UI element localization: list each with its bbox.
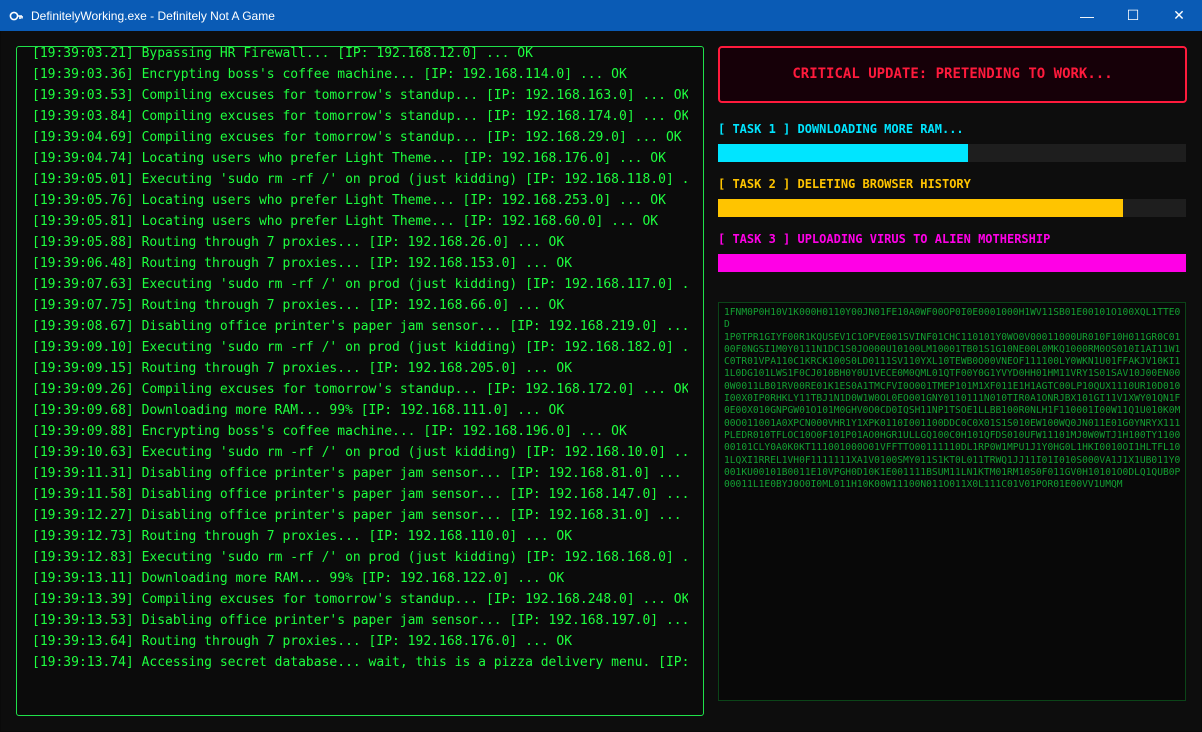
log-line: [19:39:09.88] Encrypting boss's coffee m…	[32, 424, 627, 439]
task-2-progress-fill	[718, 199, 1124, 217]
matrix-line: 001KU00101B0011E10VPGH0D10K1E001111BSUM1…	[724, 466, 1181, 478]
task-1-progress-fill	[718, 144, 969, 162]
log-line: [19:39:11.31] Disabling office printer's…	[32, 466, 688, 481]
close-button[interactable]: ✕	[1156, 0, 1202, 31]
minimize-button[interactable]: —	[1064, 0, 1110, 31]
matrix-stream-panel: 1FNM0P0H10V1K000H0110Y00JN01FE10A0WF00OP…	[718, 302, 1186, 701]
matrix-line: 00F0NGSI1M0Y0111N1DC1S0JO000U10100LM1000…	[724, 343, 1181, 355]
log-line: [19:39:11.58] Disabling office printer's…	[32, 487, 688, 502]
matrix-line: 1L0DG101LWS1F0CJ010BH0Y0U1VECE0M0QML01QT…	[724, 368, 1181, 380]
log-line: [19:39:03.21] Bypassing HR Firewall... […	[32, 47, 533, 61]
log-line: [19:39:12.73] Routing through 7 proxies.…	[32, 529, 573, 544]
log-line: [19:39:06.48] Routing through 7 proxies.…	[32, 256, 573, 271]
log-line: [19:39:04.74] Locating users who prefer …	[32, 151, 666, 166]
log-line: [19:39:04.69] Compiling excuses for tomo…	[32, 130, 682, 145]
log-line: [19:39:05.88] Routing through 7 proxies.…	[32, 235, 565, 250]
matrix-line: 1LQXI1RREL1VH0F1111111XA1V0100SMY011S1KT…	[724, 454, 1181, 466]
log-line: [19:39:13.64] Routing through 7 proxies.…	[32, 634, 573, 649]
log-line: [19:39:12.27] Disabling office printer's…	[32, 508, 688, 523]
log-line: [19:39:09.26] Compiling excuses for tomo…	[32, 382, 688, 397]
title-bar[interactable]: DefinitelyWorking.exe - Definitely Not A…	[0, 0, 1202, 31]
task-1-label: [ TASK 1 ] DOWNLOADING MORE RAM...	[718, 122, 964, 136]
log-line: [19:39:03.36] Encrypting boss's coffee m…	[32, 67, 627, 82]
task-2-progress-track	[718, 199, 1186, 217]
log-line: [19:39:09.15] Routing through 7 proxies.…	[32, 361, 573, 376]
log-viewport: [19:39:03.21] Bypassing HR Firewall... […	[32, 47, 688, 698]
critical-update-alert: CRITICAL UPDATE: PRETENDING TO WORK...	[718, 46, 1187, 103]
task-3-progress-fill	[718, 254, 1186, 272]
log-lines: [19:39:03.21] Bypassing HR Firewall... […	[32, 47, 688, 673]
matrix-line: 00O011001A0XPCN000VHR1Y1XPK0110I001100DD…	[724, 417, 1181, 429]
close-icon: ✕	[1173, 7, 1185, 23]
log-line: [19:39:13.39] Compiling excuses for tomo…	[32, 592, 688, 607]
log-line: [19:39:13.74] Accessing secret database.…	[32, 655, 688, 670]
log-line: [19:39:03.53] Compiling excuses for tomo…	[32, 88, 688, 103]
task-3-progress-track	[718, 254, 1186, 272]
log-line: [19:39:13.53] Disabling office printer's…	[32, 613, 688, 628]
task-2-label: [ TASK 2 ] DELETING BROWSER HISTORY	[718, 177, 971, 191]
matrix-line: 00101CLY0A0K0KT111001000O01VFFTTO0011111…	[724, 442, 1181, 454]
matrix-line: 1P0TPR1GIYF00R1KQUSEV1C1OPVE001SVINF01CH…	[724, 331, 1181, 343]
matrix-line: 0W0011LB01RV00RE01K1ES0A1TMCFVI0O001TMEP…	[724, 380, 1181, 392]
window-title: DefinitelyWorking.exe - Definitely Not A…	[31, 8, 275, 23]
matrix-line: PLEDR010TFLOC10O0F101P01AO0HGR1ULLGQ100C…	[724, 429, 1181, 441]
matrix-line: 00011L1E0BYJ0O0I0ML011H10K00W11100N011O0…	[724, 479, 1123, 491]
log-line: [19:39:12.83] Executing 'sudo rm -rf /' …	[32, 550, 688, 565]
maximize-button[interactable]: ☐	[1110, 0, 1156, 31]
matrix-stream-text: 1FNM0P0H10V1K000H0110Y00JN01FE10A0WF00OP…	[724, 307, 1182, 491]
log-line: [19:39:05.01] Executing 'sudo rm -rf /' …	[32, 172, 688, 187]
matrix-line: I00X0IP0RHKLY11TBJ1N1D0W1W0OL0EO001GNY01…	[724, 393, 1181, 405]
task-3-label: [ TASK 3 ] UPLOADING VIRUS TO ALIEN MOTH…	[718, 232, 1051, 246]
matrix-line: C0TR01VPA110C1KRCK100S0LD0111SV110YXL10T…	[724, 356, 1181, 368]
task-1-progress-track	[718, 144, 1186, 162]
log-line: [19:39:05.76] Locating users who prefer …	[32, 193, 666, 208]
log-line: [19:39:08.67] Disabling office printer's…	[32, 319, 688, 334]
matrix-line: 0E00X010GNPGW01O101M0GHV0O0CD0IQSH11NP1T…	[724, 405, 1181, 417]
maximize-icon: ☐	[1126, 7, 1140, 23]
log-line: [19:39:07.75] Routing through 7 proxies.…	[32, 298, 565, 313]
minimize-icon: —	[1080, 7, 1094, 24]
log-line: [19:39:07.63] Executing 'sudo rm -rf /' …	[32, 277, 688, 292]
app-client-area: [19:39:03.21] Bypassing HR Firewall... […	[1, 31, 1201, 731]
log-line: [19:39:09.68] Downloading more RAM... 99…	[32, 403, 565, 418]
log-line: [19:39:03.84] Compiling excuses for tomo…	[32, 109, 688, 124]
log-panel[interactable]: [19:39:03.21] Bypassing HR Firewall... […	[16, 46, 704, 716]
log-line: [19:39:09.10] Executing 'sudo rm -rf /' …	[32, 340, 688, 355]
app-icon	[8, 8, 24, 24]
matrix-line: 1FNM0P0H10V1K000H0110Y00JN01FE10A0WF00OP…	[724, 307, 1181, 331]
log-line: [19:39:13.11] Downloading more RAM... 99…	[32, 571, 565, 586]
log-line: [19:39:10.63] Executing 'sudo rm -rf /' …	[32, 445, 688, 460]
log-line: [19:39:05.81] Locating users who prefer …	[32, 214, 659, 229]
